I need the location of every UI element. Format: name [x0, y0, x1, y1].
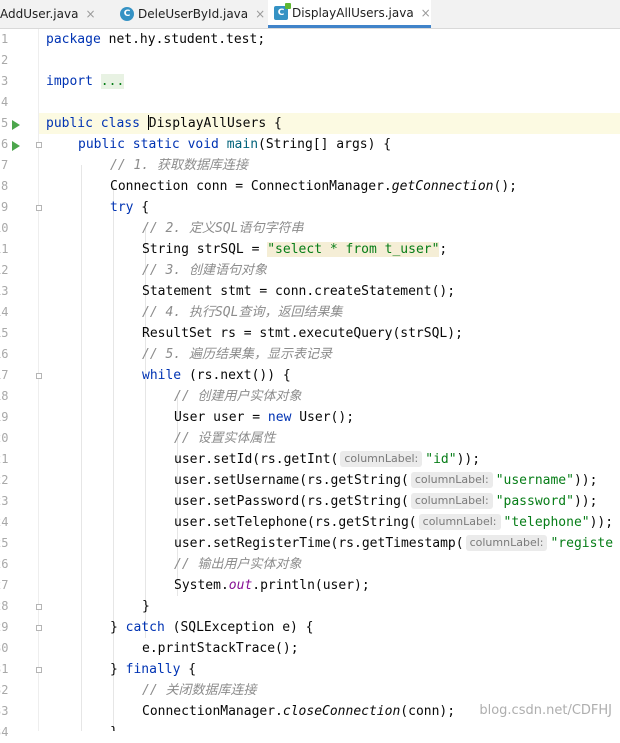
parameter-hint: columnLabel: — [465, 535, 548, 551]
code-line: public static void main(String[] args) { — [78, 137, 392, 152]
code-line: user.setTelephone(rs.getString(columnLab… — [174, 514, 614, 530]
folded-imports[interactable]: ... — [100, 74, 125, 89]
code-line: System.out.println(user); — [174, 578, 370, 593]
code-line: // 1. 获取数据库连接 — [110, 158, 248, 173]
line-number: 17 — [0, 368, 9, 382]
parameter-hint: columnLabel: — [418, 514, 501, 530]
line-number: 32 — [0, 683, 9, 697]
code-line: // 3. 创建语句对象 — [142, 263, 267, 278]
close-icon[interactable]: × — [85, 7, 95, 21]
tab-label: AddUser.java — [0, 7, 79, 21]
code-line: // 设置实体属性 — [174, 431, 276, 446]
line-number: 18 — [0, 389, 9, 403]
code-line-current: public class DisplayAllUsers { — [39, 113, 620, 134]
line-number: 27 — [0, 578, 9, 592]
code-editor[interactable]: package net.hy.student.test; import ... … — [39, 29, 620, 731]
tab-label: DeleUserById.java — [138, 7, 249, 21]
code-line: Connection conn = ConnectionManager.getC… — [110, 179, 517, 194]
code-line: String strSQL = "select * from t_user"; — [142, 242, 448, 257]
code-line: // 5. 遍历结果集，显示表记录 — [142, 347, 332, 362]
code-line: user.setId(rs.getInt(columnLabel: "id")); — [174, 451, 481, 467]
code-line: } — [39, 722, 620, 731]
line-number: 33 — [0, 704, 9, 718]
tab-adduser[interactable]: AddUser.java × — [0, 0, 113, 28]
code-line: ResultSet rs = stmt.executeQuery(strSQL)… — [142, 326, 463, 341]
watermark: blog.csdn.net/CDFHJ — [479, 703, 612, 718]
run-class-icon[interactable] — [12, 120, 20, 130]
line-number: 10 — [0, 221, 9, 235]
line-number: 21 — [0, 452, 9, 466]
line-number: 3 — [1, 74, 9, 88]
line-number: 12 — [0, 263, 9, 277]
line-number: 26 — [0, 557, 9, 571]
code-line: // 4. 执行SQL查询，返回结果集 — [142, 305, 343, 320]
code-line: while (rs.next()) { — [142, 368, 291, 383]
code-line: package net.hy.student.test; — [46, 32, 266, 47]
java-class-icon: C — [120, 7, 134, 21]
line-number: 2 — [1, 53, 9, 67]
parameter-hint: columnLabel: — [410, 472, 493, 488]
line-number: 13 — [0, 284, 9, 298]
line-number: 30 — [0, 641, 9, 655]
close-icon[interactable]: × — [421, 6, 431, 20]
line-number: 5 — [1, 116, 9, 130]
line-number: 29 — [0, 620, 9, 634]
tab-deleuserbyid[interactable]: C DeleUserById.java × — [118, 0, 266, 28]
line-number: 23 — [0, 494, 9, 508]
line-number: 15 — [0, 326, 9, 340]
close-icon[interactable]: × — [255, 7, 265, 21]
line-number: 8 — [1, 179, 9, 193]
code-line: import ... — [46, 74, 125, 89]
parameter-hint: columnLabel: — [340, 451, 423, 467]
code-line: user.setPassword(rs.getString(columnLabe… — [174, 493, 598, 509]
code-line: } catch (SQLException e) { — [110, 620, 314, 635]
java-class-icon: C — [274, 2, 291, 20]
line-number: 6 — [1, 137, 9, 151]
line-number: 7 — [1, 158, 9, 172]
line-number: 25 — [0, 536, 9, 550]
code-line: Statement stmt = conn.createStatement(); — [142, 284, 456, 299]
line-number: 24 — [0, 515, 9, 529]
line-number: 1 — [1, 32, 9, 46]
tab-displayallusers[interactable]: C DisplayAllUsers.java × — [268, 0, 431, 28]
line-number: 31 — [0, 662, 9, 676]
line-number: 9 — [1, 200, 9, 214]
code-line: } — [142, 599, 150, 614]
code-line: e.printStackTrace(); — [142, 641, 299, 656]
code-line: // 输出用户实体对象 — [174, 557, 302, 572]
code-line: // 2. 定义SQL语句字符串 — [142, 221, 304, 236]
line-number: 16 — [0, 347, 9, 361]
code-line: } finally { — [110, 662, 197, 677]
tab-label: DisplayAllUsers.java — [292, 5, 414, 20]
line-number: 20 — [0, 431, 9, 445]
line-number: 22 — [0, 473, 9, 487]
code-line: // 关闭数据库连接 — [142, 683, 257, 698]
code-line: user.setUsername(rs.getString(columnLabe… — [174, 472, 598, 488]
code-line: user.setRegisterTime(rs.getTimestamp(col… — [174, 535, 614, 551]
line-number: 34 — [0, 725, 9, 739]
code-line: // 创建用户实体对象 — [174, 389, 302, 404]
code-line: User user = new User(); — [174, 410, 355, 425]
line-number: 11 — [0, 242, 9, 256]
parameter-hint: columnLabel: — [410, 493, 493, 509]
line-number: 28 — [0, 599, 9, 613]
run-main-icon[interactable] — [12, 141, 20, 151]
editor-tab-bar: AddUser.java × C DeleUserById.java × C D… — [0, 0, 620, 29]
line-number: 4 — [1, 95, 9, 109]
line-number: 14 — [0, 305, 9, 319]
line-number: 19 — [0, 410, 9, 424]
code-line: try { — [110, 200, 150, 215]
